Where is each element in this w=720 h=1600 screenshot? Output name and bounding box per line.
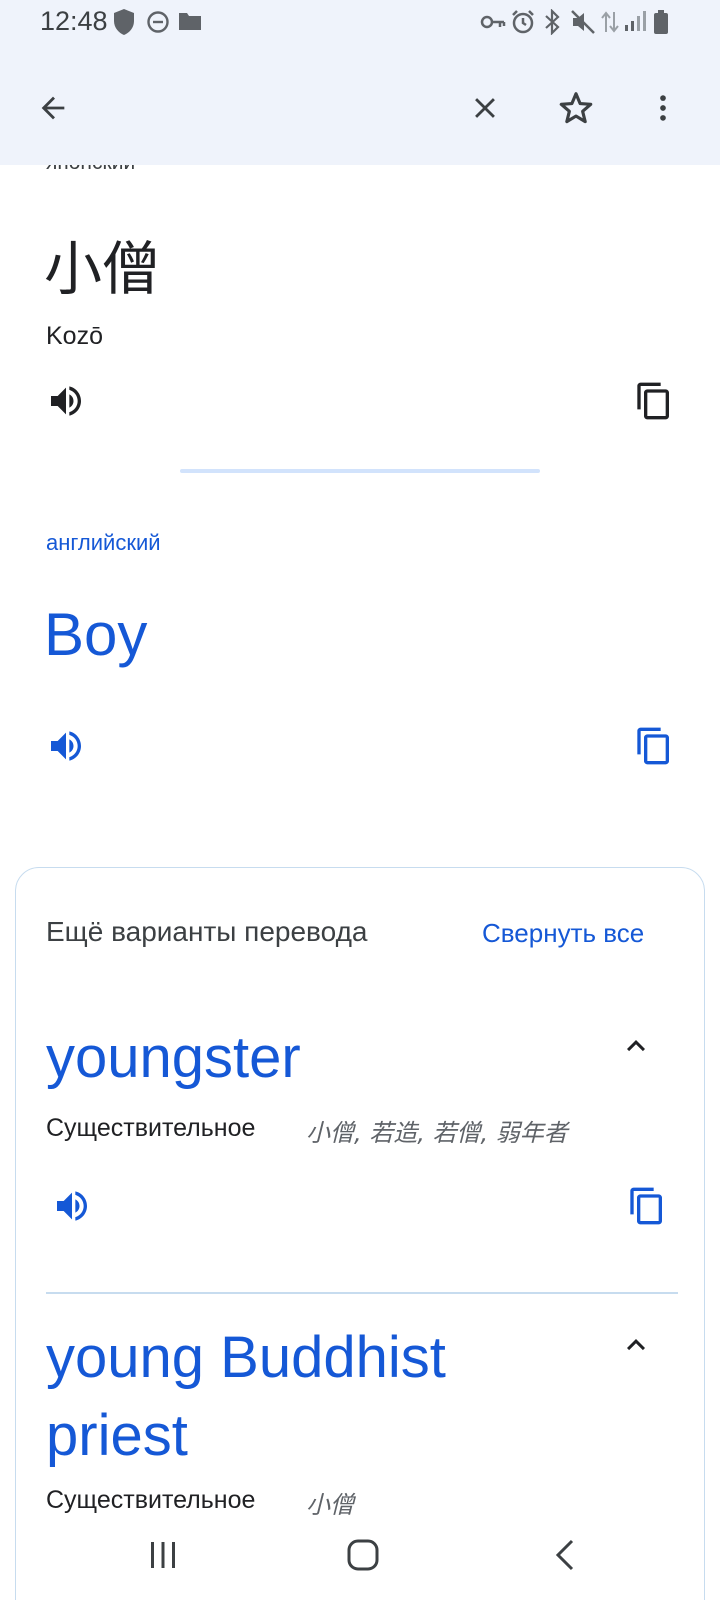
target-copy-button[interactable] (630, 722, 678, 770)
card-title: Ещё варианты перевода (46, 916, 368, 947)
mute-icon (570, 9, 596, 40)
system-back-button[interactable] (535, 1530, 595, 1580)
folder-icon (178, 11, 202, 36)
synonyms: 小僧, 若造, 若僧, 弱年者 (306, 1119, 568, 1147)
collapse-item-button[interactable] (612, 1321, 660, 1369)
status-bar: 12:48 (0, 0, 720, 48)
arrow-back-icon (41, 96, 65, 120)
vpn-key-icon (480, 12, 506, 37)
do-not-disturb-icon (146, 10, 170, 39)
copy-icon (637, 382, 669, 420)
volume-up-icon (51, 386, 81, 416)
target-language-label: английский (46, 530, 161, 555)
bluetooth-icon (542, 8, 562, 40)
target-listen-button[interactable] (42, 722, 90, 770)
volume-up-icon (57, 1191, 87, 1221)
chevron-up-icon (627, 1339, 645, 1351)
home-icon (347, 1539, 379, 1571)
back-chevron-icon (555, 1539, 574, 1571)
shield-icon (112, 8, 136, 41)
alt-translation-word-line1: young Buddhist (46, 1325, 446, 1390)
home-button[interactable] (333, 1530, 393, 1580)
source-language-label: японский (46, 165, 135, 175)
collapse-all-button[interactable]: Свернуть все (482, 918, 644, 949)
part-of-speech: Существительное (46, 1486, 256, 1514)
source-text: 小僧 (44, 235, 161, 303)
more-translations-card: Ещё варианты перевода Свернуть все young… (15, 867, 705, 1600)
copy-icon (630, 1187, 662, 1225)
source-listen-button[interactable] (42, 377, 90, 425)
recent-apps-icon (151, 1542, 175, 1568)
copy-icon (637, 727, 669, 765)
section-divider (180, 469, 540, 473)
more-vert-icon (660, 95, 666, 121)
alt-translation-word: youngster (46, 1025, 301, 1090)
item-listen-button[interactable] (48, 1182, 96, 1230)
star-outline-icon (559, 92, 593, 124)
signal-icon (624, 10, 646, 37)
collapse-item-button[interactable] (612, 1022, 660, 1070)
system-nav-bar (0, 1512, 720, 1600)
battery-icon (653, 9, 669, 40)
more-options-button[interactable] (633, 78, 693, 138)
close-button[interactable] (455, 78, 515, 138)
alt-translation-word-line2: priest (46, 1403, 188, 1468)
status-time: 12:48 (40, 6, 108, 36)
data-arrows-icon (601, 10, 619, 39)
part-of-speech: Существительное (46, 1114, 256, 1142)
item-copy-button[interactable] (623, 1182, 671, 1230)
chevron-up-icon (627, 1040, 645, 1052)
translation-text: Boy (44, 601, 148, 668)
alarm-icon (510, 9, 536, 40)
top-app-bar (0, 48, 720, 165)
favorite-button[interactable] (546, 78, 606, 138)
source-romanization: Kozō (46, 322, 103, 350)
close-icon (475, 98, 495, 118)
source-language-clip: японский (46, 165, 246, 175)
recent-apps-button[interactable] (133, 1530, 193, 1580)
volume-up-icon (51, 731, 81, 761)
back-button[interactable] (23, 78, 83, 138)
item-divider (46, 1292, 678, 1294)
source-copy-button[interactable] (630, 377, 678, 425)
